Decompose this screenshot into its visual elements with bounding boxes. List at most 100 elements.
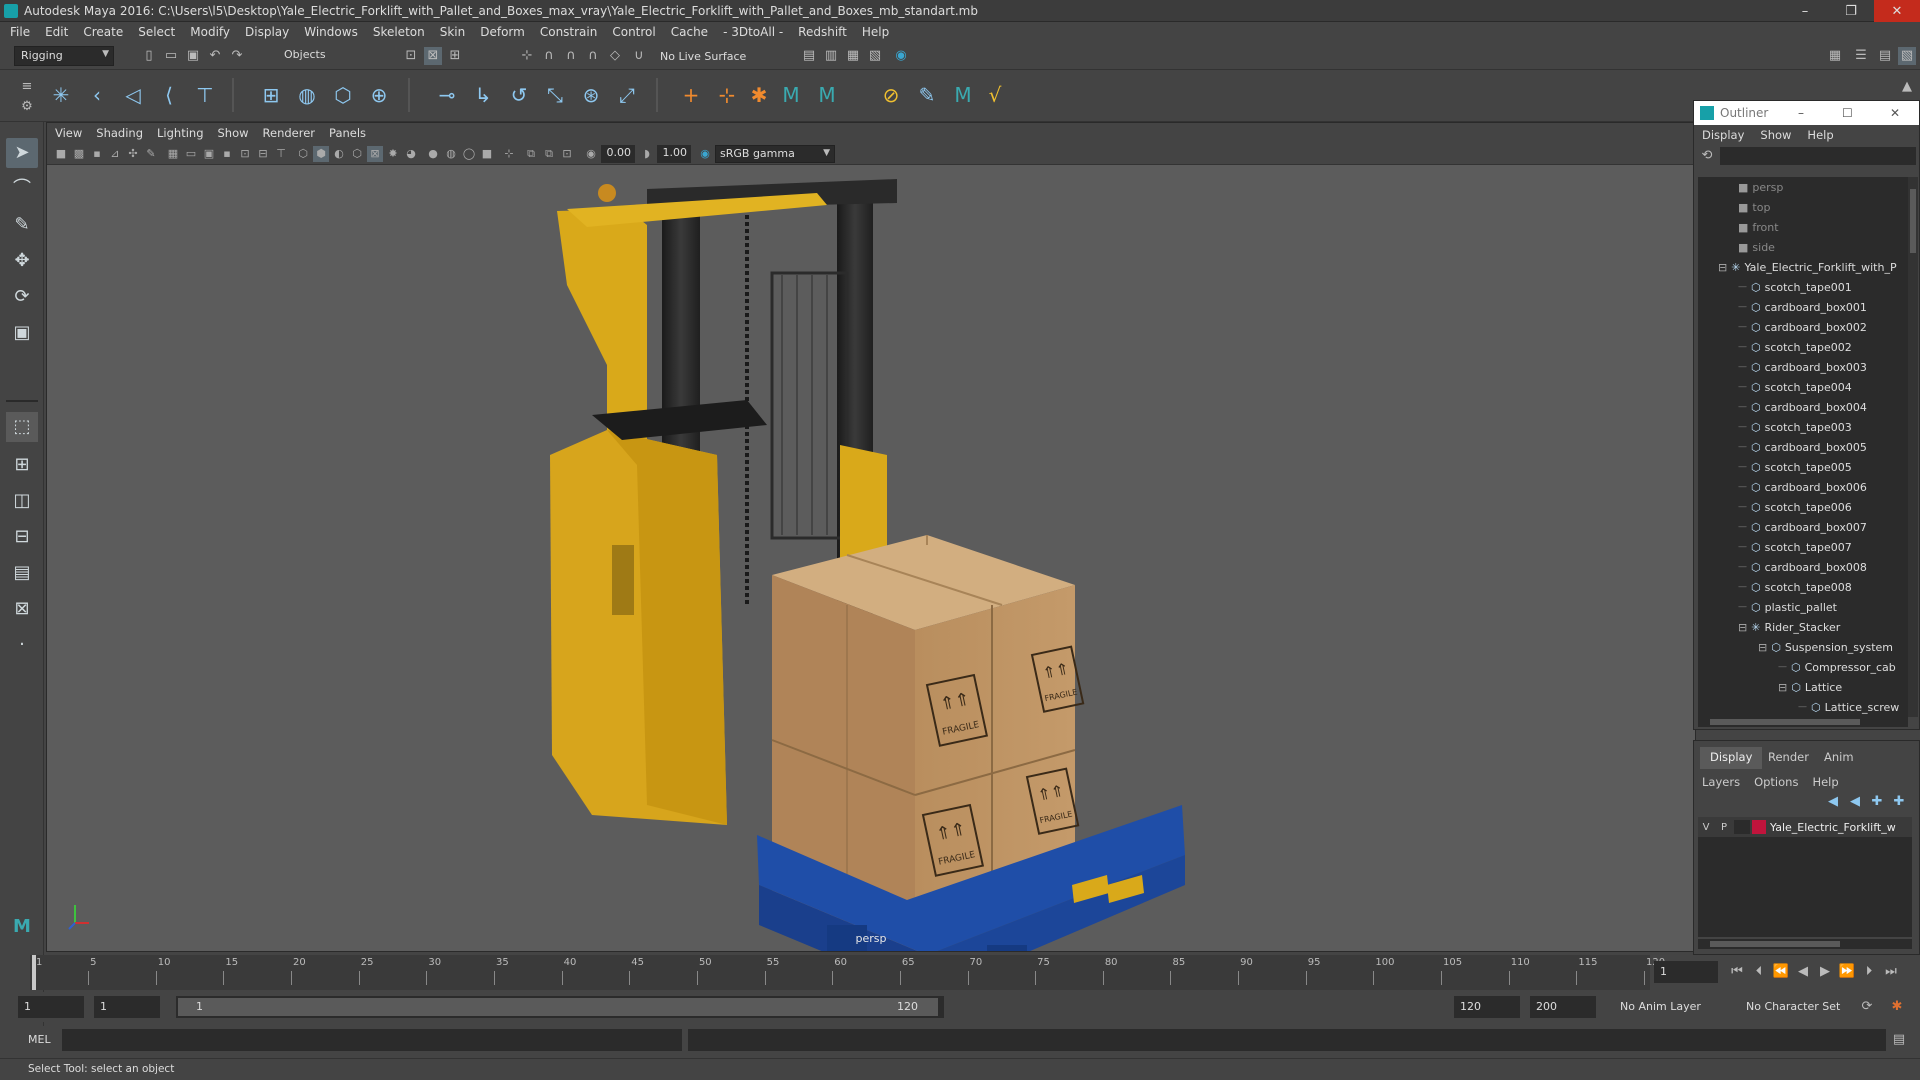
layer-menu-help[interactable]: Help bbox=[1812, 775, 1838, 789]
snap-point-icon[interactable]: ∩ bbox=[562, 47, 580, 65]
step-forward-key-icon[interactable]: ⏵ bbox=[1860, 963, 1878, 981]
undo-icon[interactable]: ↶ bbox=[206, 47, 224, 65]
outliner-item[interactable]: — ⬡ scotch_tape004 bbox=[1738, 377, 1852, 397]
outliner-item[interactable]: — ⬡ Lattice_screw bbox=[1798, 697, 1899, 717]
color-management-icon[interactable]: ◉ bbox=[697, 146, 713, 162]
menu-constrain[interactable]: Constrain bbox=[540, 25, 598, 39]
field-chart-icon[interactable]: ⊡ bbox=[237, 146, 253, 162]
outliner-item[interactable]: ⊟ ✳ Rider_Stacker bbox=[1738, 617, 1840, 637]
ik-spline-icon[interactable]: ◁ bbox=[118, 80, 148, 110]
smooth-bind-icon[interactable]: ◍ bbox=[292, 80, 322, 110]
render-view-icon[interactable]: ▤ bbox=[800, 47, 818, 65]
gamma-icon[interactable]: ◗ bbox=[639, 146, 655, 162]
pole-vector-icon[interactable]: ⤢ bbox=[612, 80, 642, 110]
collapse-icon[interactable]: ⊟ bbox=[1758, 641, 1767, 654]
tool-settings-icon[interactable]: ▤ bbox=[1876, 47, 1894, 65]
film-gate-icon[interactable]: ▭ bbox=[183, 146, 199, 162]
maya-m-icon-2[interactable]: M bbox=[812, 80, 842, 110]
layer-h-scroll-thumb[interactable] bbox=[1710, 941, 1840, 947]
outliner-item[interactable]: — ⬡ scotch_tape001 bbox=[1738, 277, 1852, 297]
scale-constraint-icon[interactable]: ⤡ bbox=[540, 80, 570, 110]
motion-blur-icon[interactable]: ◍ bbox=[443, 146, 459, 162]
outliner-search-input[interactable] bbox=[1720, 147, 1916, 165]
xray-components-icon[interactable]: ⊡ bbox=[559, 146, 575, 162]
outliner-menu-display[interactable]: Display bbox=[1702, 128, 1744, 142]
layout-custom-icon[interactable]: · bbox=[6, 630, 38, 660]
anti-aliasing-icon[interactable]: ◯ bbox=[461, 146, 477, 162]
current-frame-input[interactable]: 1 bbox=[1654, 961, 1718, 983]
outliner-v-scrollbar[interactable] bbox=[1908, 177, 1918, 717]
play-backward-icon[interactable]: ◀ bbox=[1794, 963, 1812, 981]
outliner-item[interactable]: — ⬡ Compressor_cab bbox=[1778, 657, 1896, 677]
tab-anim[interactable]: Anim bbox=[1814, 747, 1864, 769]
menu-modify[interactable]: Modify bbox=[190, 25, 230, 39]
menu-3dtoall[interactable]: - 3DtoAll - bbox=[723, 25, 783, 39]
outliner-maximize-button[interactable]: ☐ bbox=[1842, 106, 1853, 120]
outliner-item[interactable]: — ⬡ cardboard_box005 bbox=[1738, 437, 1867, 457]
gamma-input[interactable]: 1.00 bbox=[657, 145, 691, 163]
menu-cache[interactable]: Cache bbox=[671, 25, 708, 39]
layer-menu-options[interactable]: Options bbox=[1754, 775, 1798, 789]
lasso-tool-icon[interactable]: ⌒ bbox=[6, 174, 38, 204]
aim-constraint-icon[interactable]: ⊛ bbox=[576, 80, 606, 110]
cluster-icon[interactable]: ⊕ bbox=[364, 80, 394, 110]
vp-menu-shading[interactable]: Shading bbox=[96, 126, 143, 140]
outliner-item[interactable]: — ⬡ scotch_tape005 bbox=[1738, 457, 1852, 477]
exposure-input[interactable]: 0.00 bbox=[601, 145, 635, 163]
new-layer-selected-icon[interactable]: ✚ bbox=[1890, 793, 1908, 811]
menu-redshift[interactable]: Redshift bbox=[798, 25, 847, 39]
vp-menu-show[interactable]: Show bbox=[218, 126, 249, 140]
outliner-refresh-icon[interactable]: ⟲ bbox=[1698, 147, 1716, 165]
outliner-item[interactable]: — ⬡ cardboard_box001 bbox=[1738, 297, 1867, 317]
anim-layer-dropdown[interactable]: No Anim Layer bbox=[1620, 1000, 1701, 1013]
two-d-pan-icon[interactable]: ✣ bbox=[125, 146, 141, 162]
snap-view-icon[interactable]: ∩ bbox=[584, 47, 602, 65]
selection-mask-dropdown[interactable]: Objects bbox=[278, 46, 378, 66]
outliner-item[interactable]: — ⬡ scotch_tape003 bbox=[1738, 417, 1852, 437]
collapse-icon[interactable]: ⊟ bbox=[1718, 261, 1727, 274]
menu-skin[interactable]: Skin bbox=[440, 25, 466, 39]
range-slider-handle[interactable]: 1 120 bbox=[178, 998, 938, 1016]
layer-playback-toggle[interactable]: P bbox=[1714, 822, 1734, 833]
lattice-icon[interactable]: ⬡ bbox=[328, 80, 358, 110]
command-input[interactable] bbox=[62, 1029, 682, 1051]
layer-name[interactable]: Yale_Electric_Forklift_w bbox=[1770, 821, 1896, 834]
outliner-item[interactable]: — ⬡ cardboard_box003 bbox=[1738, 357, 1867, 377]
move-layer-down-icon[interactable]: ◀ bbox=[1846, 793, 1864, 811]
script-editor-icon[interactable]: ▤ bbox=[1890, 1031, 1908, 1049]
exposure-icon[interactable]: ◉ bbox=[583, 146, 599, 162]
safe-title-icon[interactable]: ⊤ bbox=[273, 146, 289, 162]
layout-graph-icon[interactable]: ⊠ bbox=[6, 594, 38, 624]
vp-menu-panels[interactable]: Panels bbox=[329, 126, 366, 140]
layer-row[interactable]: V P Yale_Electric_Forklift_w bbox=[1698, 817, 1912, 837]
outliner-close-button[interactable]: ✕ bbox=[1890, 106, 1900, 120]
locator-icon[interactable]: + bbox=[676, 80, 706, 110]
attribute-editor-icon[interactable]: ☰ bbox=[1852, 47, 1870, 65]
move-layer-up-icon[interactable]: ◀ bbox=[1824, 793, 1842, 811]
joint-tool-icon[interactable]: ✳ bbox=[46, 80, 76, 110]
textured-icon[interactable]: ⊠ bbox=[367, 146, 383, 162]
outliner-menu-show[interactable]: Show bbox=[1760, 128, 1791, 142]
outliner-item[interactable]: ■ persp bbox=[1738, 177, 1783, 197]
grease-pencil-icon[interactable]: ✎ bbox=[143, 146, 159, 162]
go-to-start-icon[interactable]: ⏮ bbox=[1728, 963, 1746, 981]
step-back-frame-icon[interactable]: ⏪ bbox=[1772, 963, 1790, 981]
outliner-item[interactable]: — ⬡ cardboard_box002 bbox=[1738, 317, 1867, 337]
outliner-item[interactable]: ⊟ ✳ Yale_Electric_Forklift_with_P bbox=[1718, 257, 1897, 277]
layout-stack-icon[interactable]: ⊟ bbox=[6, 522, 38, 552]
select-tool-icon[interactable]: ➤ bbox=[6, 138, 38, 168]
channel-box-icon[interactable]: ▧ bbox=[1898, 47, 1916, 65]
maya-m-icon-1[interactable]: M bbox=[776, 80, 806, 110]
outliner-item[interactable]: — ⬡ cardboard_box008 bbox=[1738, 557, 1867, 577]
live-surface-label[interactable]: No Live Surface bbox=[660, 50, 746, 63]
layer-color-swatch[interactable] bbox=[1752, 820, 1766, 834]
point-constraint-icon[interactable]: ↳ bbox=[468, 80, 498, 110]
menu-control[interactable]: Control bbox=[612, 25, 655, 39]
use-all-lights-icon[interactable]: ✸ bbox=[385, 146, 401, 162]
outliner-item[interactable]: — ⬡ cardboard_box007 bbox=[1738, 517, 1867, 537]
shelf-menu-icon[interactable]: ≡ bbox=[18, 78, 36, 96]
menu-display[interactable]: Display bbox=[245, 25, 289, 39]
screen-space-ao-icon[interactable]: ● bbox=[425, 146, 441, 162]
preferences-icon[interactable]: ✱ bbox=[1888, 998, 1906, 1016]
wireframe-on-shaded-icon[interactable]: ⬡ bbox=[349, 146, 365, 162]
